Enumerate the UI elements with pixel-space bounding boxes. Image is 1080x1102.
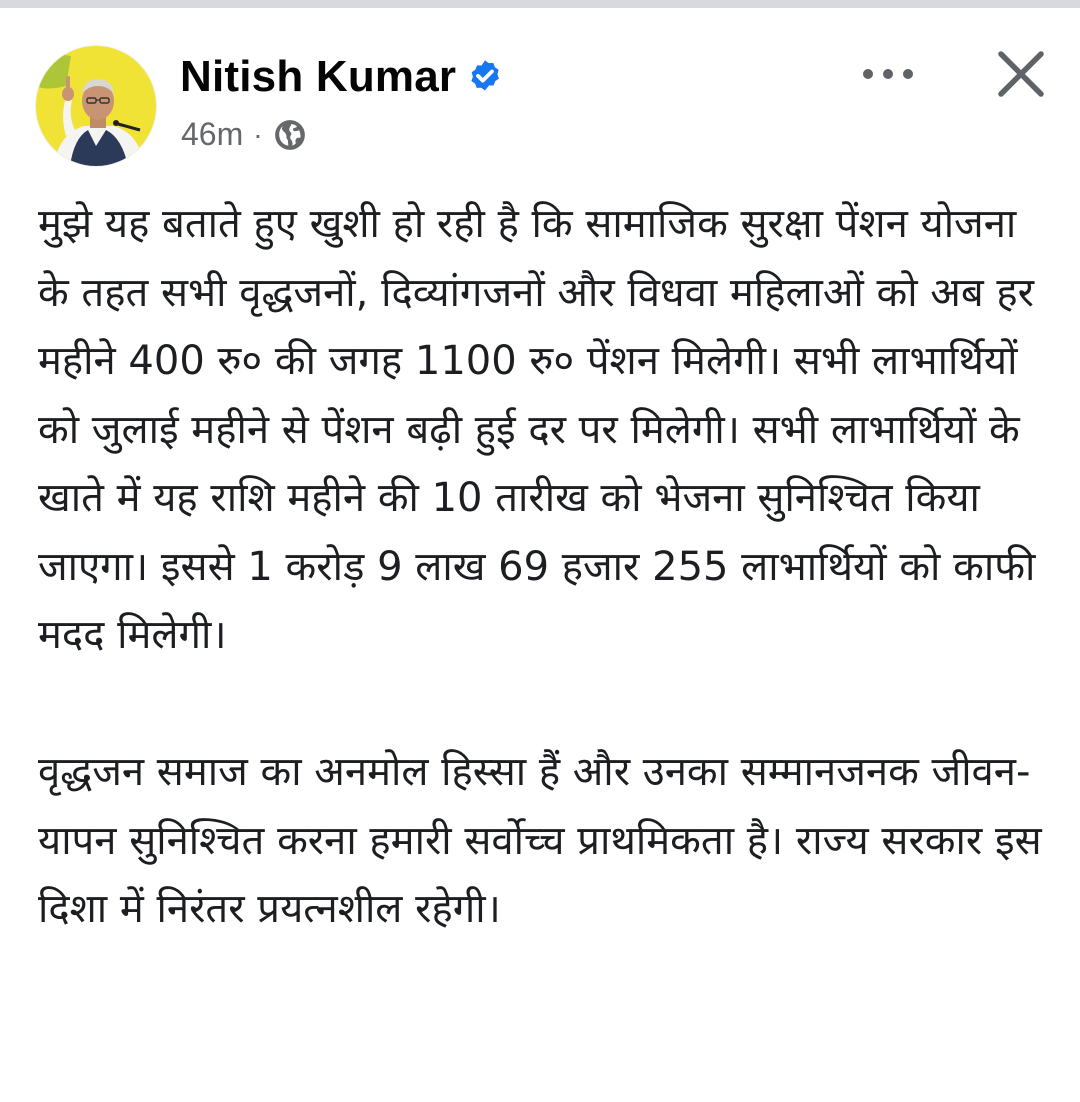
post-timestamp[interactable]: 46m [181,116,243,153]
post-paragraph-1: मुझे यह बताते हुए खुशी हो रही है कि सामा… [38,201,1036,658]
close-button[interactable] [985,38,1057,110]
post-paragraph-2: वृद्धजन समाज का अनमोल हिस्सा हैं और उनका… [38,749,1042,932]
avatar-photo-icon [36,46,156,166]
post-text: मुझे यह बताते हुए खुशी हो रही है कि सामा… [38,190,1058,944]
author-name-row: Nitish Kumar [180,52,504,102]
globe-icon[interactable] [273,118,307,152]
author-name[interactable]: Nitish Kumar [180,52,456,102]
meta-separator: · [253,118,263,150]
post-meta: 46m · [181,116,307,153]
top-divider [0,0,1080,8]
post-header: Nitish Kumar 46m · [0,8,1080,168]
more-options-button[interactable] [850,46,926,102]
verified-badge-icon [466,58,504,96]
close-icon [998,51,1044,97]
author-avatar[interactable] [36,46,156,166]
more-options-icon [863,69,913,79]
